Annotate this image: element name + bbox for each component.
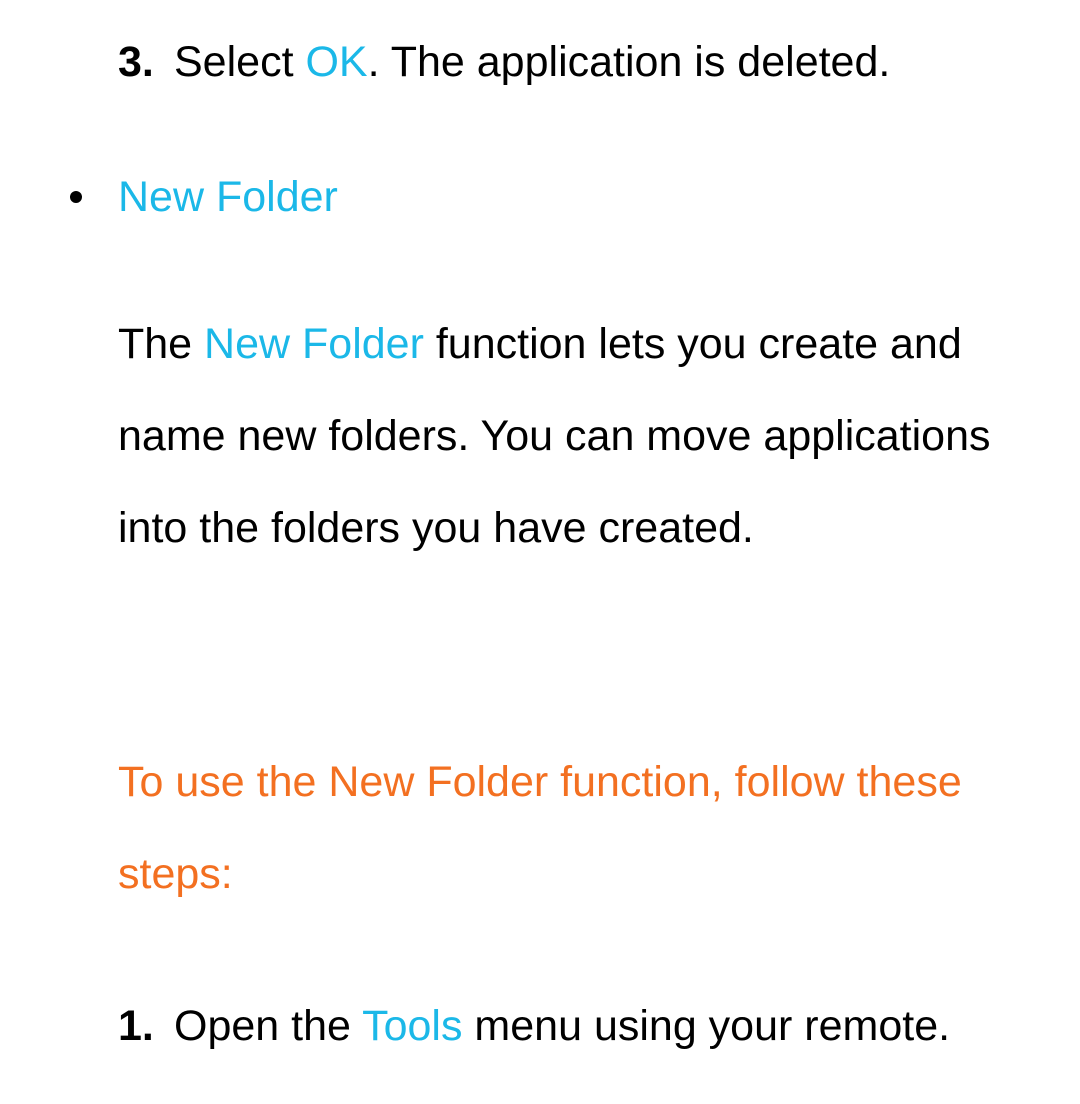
new-folder-keyword: New Folder [204,320,424,368]
desc-text-1: The [118,320,204,368]
bullet-icon [70,191,82,203]
step-3-number: 3. [118,38,174,87]
new-folder-description: The New Folder function lets you create … [118,298,1052,574]
new-folder-bullet-section: New Folder The New Folder function lets … [0,173,1080,1072]
ok-keyword: OK [305,38,367,86]
new-folder-title: New Folder [118,173,1080,222]
tools-keyword: Tools [362,1002,462,1050]
step-1-block: 1. Open the Tools menu using your remote… [118,980,1052,1072]
step-1-text-1: Open the [174,1002,362,1050]
step-3-line: 3.Select OK. The application is deleted. [118,38,1060,87]
step-1-text-2: menu using your remote. [462,1002,950,1050]
step-3-text-2: . The application is deleted. [368,38,891,86]
step-1-content: Open the Tools menu using your remote. [118,980,1052,1072]
instruction-heading: To use the New Folder function, follow t… [118,736,1052,920]
step-3-text-1: Select [174,38,305,86]
step-1-number: 1. [118,980,154,1072]
